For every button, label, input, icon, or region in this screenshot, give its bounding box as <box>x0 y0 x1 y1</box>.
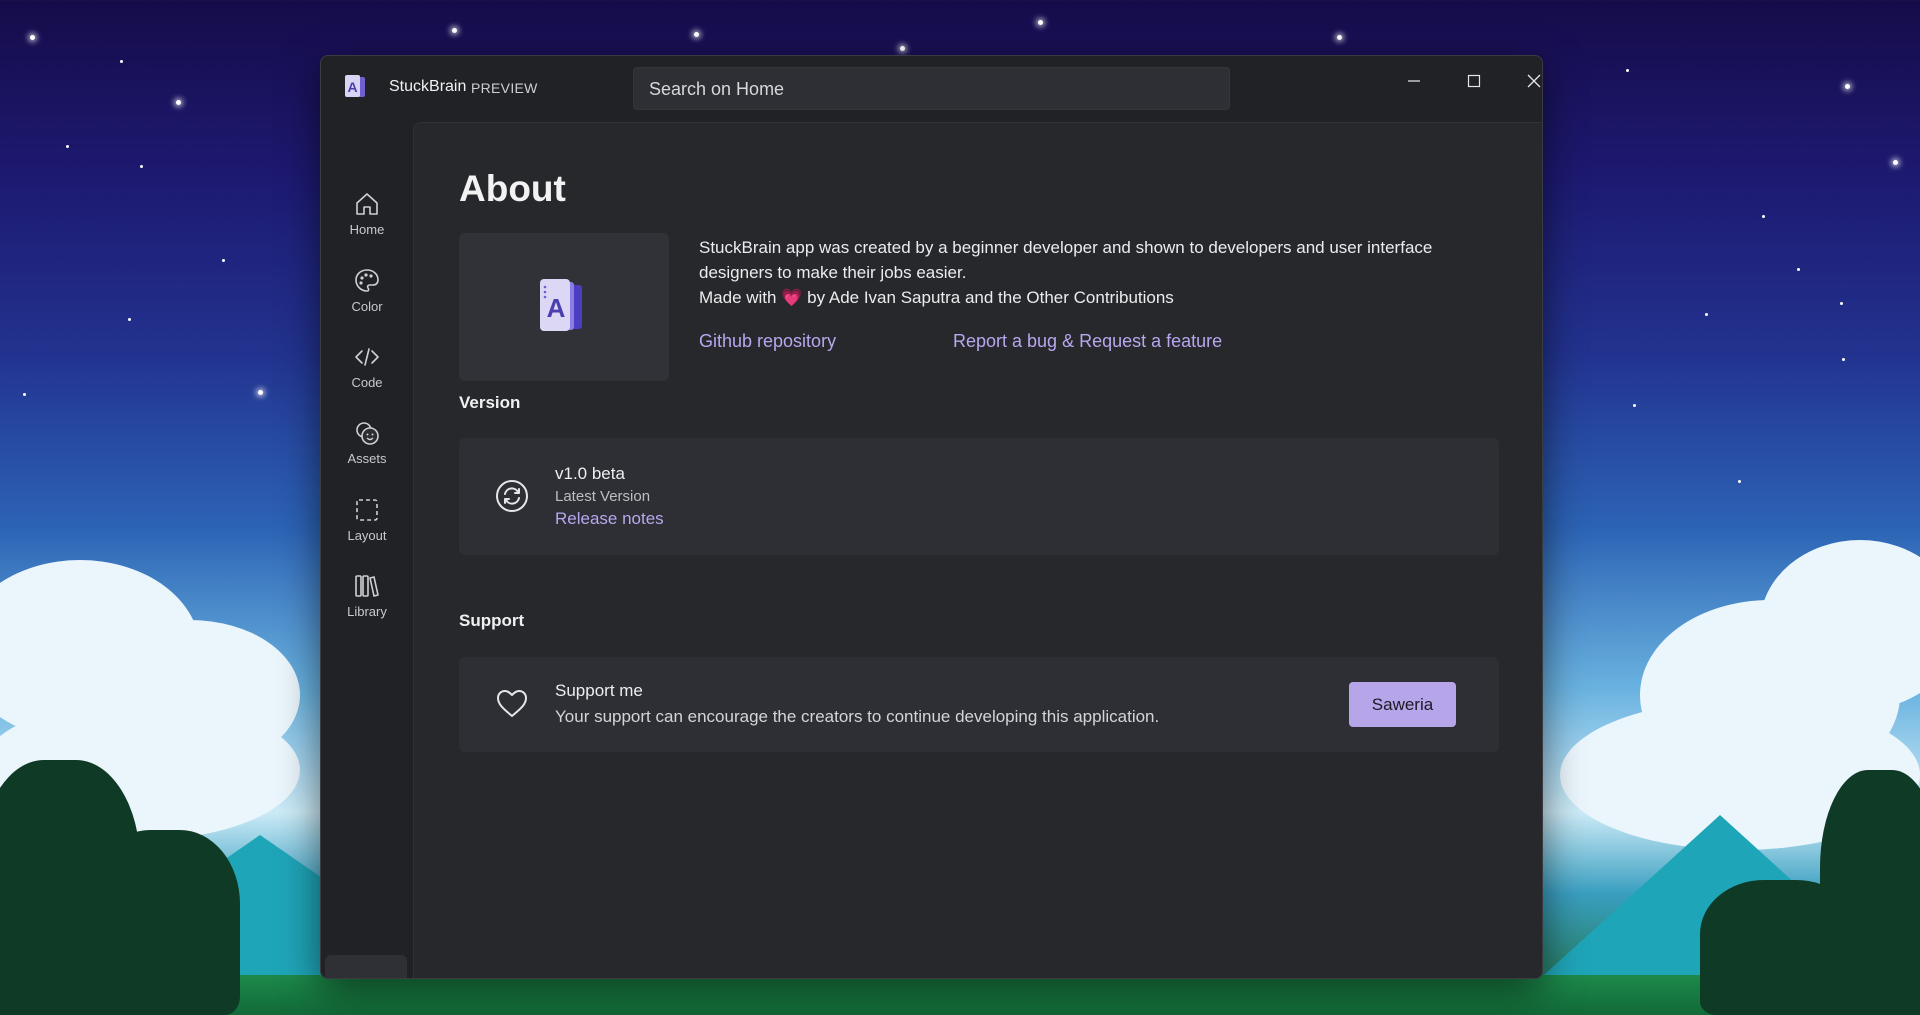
heart-icon <box>497 690 527 717</box>
info-icon <box>353 978 379 979</box>
app-logo-card: A <box>459 233 669 381</box>
heart-emoji-icon: 💗 <box>781 288 803 307</box>
close-button[interactable] <box>1511 66 1542 96</box>
code-icon <box>355 348 379 366</box>
sidebar-item-home[interactable]: Home <box>321 182 413 252</box>
sync-icon <box>496 480 528 512</box>
minimize-icon <box>1408 80 1420 82</box>
dashed-square-icon <box>356 499 378 521</box>
description-text: StuckBrain app was created by a beginner… <box>699 238 1433 282</box>
saweria-button[interactable]: Saweria <box>1349 682 1456 727</box>
support-card: Support me Your support can encourage th… <box>459 657 1499 752</box>
made-with-prefix: Made with <box>699 288 777 307</box>
sidebar-item-label: Color <box>351 299 383 314</box>
maximize-icon <box>1467 74 1481 88</box>
minimize-button[interactable] <box>1391 66 1437 96</box>
sidebar-item-code[interactable]: Code <box>321 335 413 405</box>
sidebar-item-label: Layout <box>347 528 387 543</box>
sidebar-item-layout[interactable]: Layout <box>321 488 413 558</box>
sidebar-item-color[interactable]: Color <box>321 259 413 329</box>
app-preview-tag: PREVIEW <box>471 80 538 96</box>
title-bar: A StuckBrain PREVIEW Search on Home <box>321 56 1542 122</box>
report-bug-link[interactable]: Report a bug & Request a feature <box>953 331 1222 352</box>
page-title: About <box>459 168 566 209</box>
support-title: Support me <box>555 681 643 700</box>
library-icon <box>355 575 379 597</box>
version-status: Latest Version <box>555 488 651 505</box>
palette-icon <box>355 269 379 292</box>
app-window: A StuckBrain PREVIEW Search on Home Home <box>320 55 1543 979</box>
version-section-title: Version <box>459 393 521 412</box>
app-description: StuckBrain app was created by a beginner… <box>699 235 1499 310</box>
svg-text:A: A <box>547 293 566 323</box>
sidebar-item-label: Home <box>349 222 385 237</box>
sidebar: Home Color Code Assets Layout Library <box>321 122 413 979</box>
version-card: v1.0 beta Latest Version Release notes <box>459 438 1499 555</box>
release-notes-link[interactable]: Release notes <box>555 509 664 529</box>
app-logo-icon: A <box>540 279 582 331</box>
made-with-line: Made with 💗 by Ade Ivan Saputra and the … <box>699 285 1499 310</box>
search-input[interactable]: Search on Home <box>633 67 1230 110</box>
support-section-title: Support <box>459 611 525 630</box>
version-number: v1.0 beta <box>555 464 625 483</box>
sidebar-item-label: Library <box>347 604 387 619</box>
sidebar-item-label: Code <box>351 375 383 390</box>
sidebar-item-label: Assets <box>347 451 387 466</box>
home-icon <box>356 193 378 215</box>
close-icon <box>1527 74 1541 88</box>
sidebar-item-about[interactable] <box>325 955 407 979</box>
sidebar-item-assets[interactable]: Assets <box>321 411 413 481</box>
support-description: Your support can encourage the creators … <box>555 707 1160 726</box>
emoji-icon <box>356 422 379 445</box>
maximize-button[interactable] <box>1451 66 1497 96</box>
about-page: About A StuckBrain app was created by a … <box>413 122 1542 978</box>
app-logo-icon: A <box>343 74 367 100</box>
app-name: StuckBrain <box>389 78 467 95</box>
made-with-suffix: by Ade Ivan Saputra and the Other Contri… <box>807 288 1174 307</box>
github-repository-link[interactable]: Github repository <box>699 331 836 352</box>
sidebar-item-library[interactable]: Library <box>321 564 413 634</box>
svg-text:A: A <box>347 79 357 95</box>
